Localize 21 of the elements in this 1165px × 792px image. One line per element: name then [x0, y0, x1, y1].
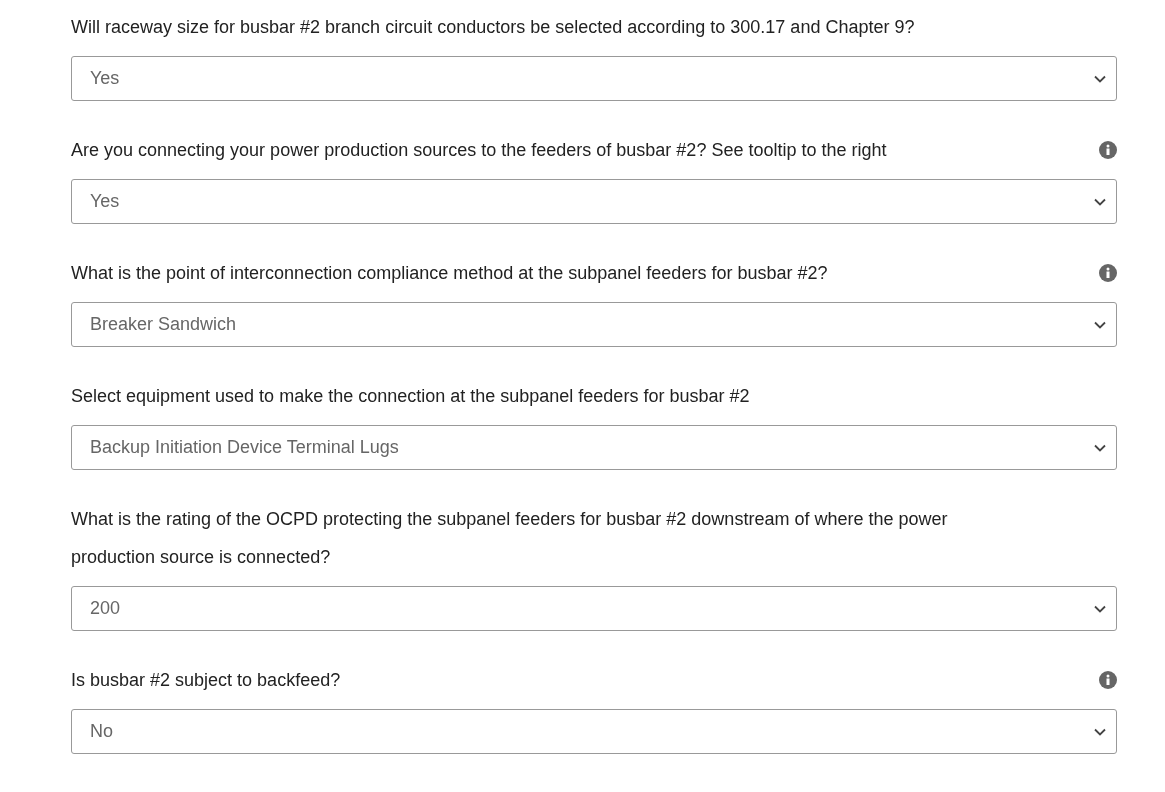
dropdown[interactable]: Breaker Sandwich — [71, 302, 1117, 347]
question-label: Select equipment used to make the connection at the subpanel feeders for busbar #2 — [71, 385, 750, 408]
chevron-down-icon — [1094, 320, 1106, 329]
question-label: What is the point of interconnection compliance method at the subpanel feeders for busbar #2? — [71, 262, 828, 285]
info-icon[interactable] — [1099, 264, 1117, 282]
chevron-down-icon — [1094, 727, 1106, 736]
chevron-down-icon — [1094, 74, 1106, 83]
question-label: Is busbar #2 subject to backfeed? — [71, 669, 341, 692]
dropdown[interactable]: No — [71, 709, 1117, 754]
chevron-down-icon — [1094, 604, 1106, 613]
chevron-down-icon — [1094, 197, 1106, 206]
dropdown[interactable]: Yes — [71, 56, 1117, 101]
question-label: Are you connecting your power production sources to the feeders of busbar #2? See tooltip to the right — [71, 139, 887, 162]
question-label: What is the rating of the OCPD protecting the subpanel feeders for busbar #2 downstream of where the power production source is connected? — [71, 508, 949, 569]
dropdown[interactable]: Yes — [71, 179, 1117, 224]
question-label: Will raceway size for busbar #2 branch circuit conductors be selected according to 300.17 and Chapter 9? — [71, 16, 915, 39]
dropdown[interactable]: Backup Initiation Device Terminal Lugs — [71, 425, 1117, 470]
info-icon[interactable] — [1099, 141, 1117, 159]
info-icon[interactable] — [1099, 671, 1117, 689]
chevron-down-icon — [1094, 443, 1106, 452]
dropdown[interactable]: 200 — [71, 586, 1117, 631]
